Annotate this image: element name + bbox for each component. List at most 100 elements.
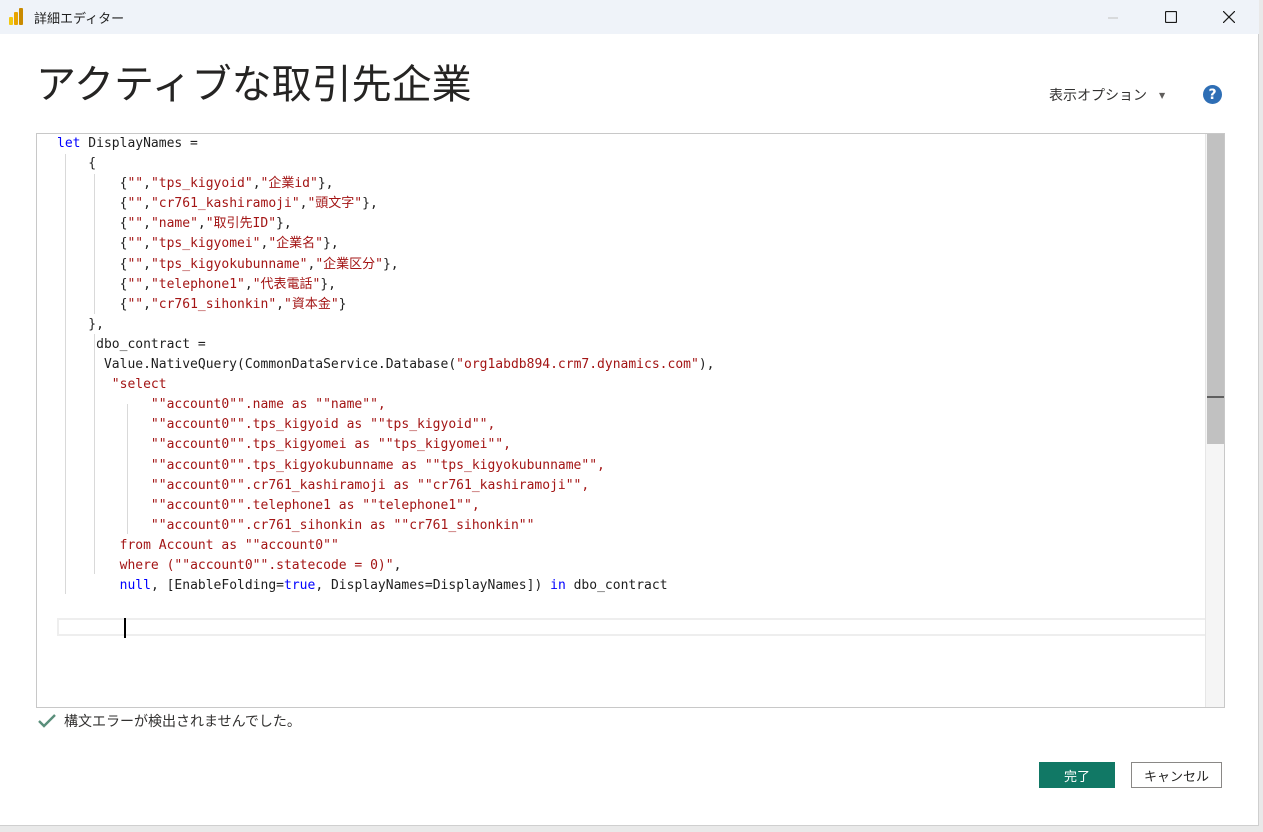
code-string: "select: [111, 377, 167, 393]
code-text: },: [362, 196, 378, 212]
code-text: },: [276, 216, 292, 232]
code-line[interactable]: "select: [57, 375, 1205, 395]
code-editor[interactable]: let DisplayNames = { {"","tps_kigyoid","…: [36, 133, 1225, 708]
code-string: "資本金": [284, 296, 339, 312]
code-string: "": [127, 176, 144, 192]
code-text: ,: [393, 557, 402, 573]
close-icon: [1222, 8, 1236, 27]
cancel-button[interactable]: キャンセル: [1131, 762, 1222, 788]
code-keyword: null: [119, 578, 151, 594]
maximize-icon: [1164, 8, 1178, 27]
power-bi-icon: [9, 8, 23, 25]
code-line[interactable]: ""account0"".telephone1 as ""telephone1"…: [57, 496, 1205, 516]
code-line[interactable]: null, [EnableFolding=true, DisplayNames=…: [57, 576, 1205, 596]
code-string: "tps_kigyokubunname": [150, 256, 308, 272]
code-string: "代表電話": [252, 276, 321, 292]
code-string: ""account0"".cr761_sihonkin as ""cr761_s…: [150, 517, 535, 533]
code-line[interactable]: {"","tps_kigyomei","企業名"},: [57, 234, 1205, 254]
code-line[interactable]: {"","tps_kigyokubunname","企業区分"},: [57, 255, 1205, 275]
syntax-status: 構文エラーが検出されませんでした。: [38, 711, 301, 731]
code-text: ),: [698, 357, 715, 373]
close-button[interactable]: [1206, 0, 1252, 34]
checkmark-icon: [38, 714, 56, 728]
code-text: },: [320, 276, 336, 292]
help-icon[interactable]: ?: [1203, 85, 1222, 104]
code-text: ,: [143, 216, 151, 232]
code-text: {: [57, 196, 128, 212]
code-string: "tps_kigyoid": [150, 176, 253, 192]
code-string: "企業名": [268, 236, 323, 252]
code-line[interactable]: {"","telephone1","代表電話"},: [57, 275, 1205, 295]
code-string: "企業区分": [315, 256, 383, 272]
code-line[interactable]: {"","name","取引先ID"},: [57, 214, 1205, 234]
code-string: ""account0"".telephone1 as ""telephone1"…: [150, 497, 480, 513]
code-text: ,: [197, 216, 206, 232]
view-options-dropdown[interactable]: 表示オプション ▼: [1049, 85, 1165, 105]
code-text: {: [57, 296, 128, 312]
code-text: ,: [244, 276, 253, 292]
code-string: "": [127, 216, 144, 232]
code-text: },: [57, 316, 104, 332]
code-text: ,: [143, 256, 151, 272]
current-line-highlight: [57, 618, 1223, 636]
title-bar: 詳細エディター: [0, 0, 1259, 34]
code-line[interactable]: ""account0"".cr761_kashiramoji as ""cr76…: [57, 476, 1205, 496]
text-cursor: [124, 618, 126, 638]
code-line[interactable]: ""account0"".tps_kigyomei as ""tps_kigyo…: [57, 435, 1205, 455]
code-line[interactable]: {"","tps_kigyoid","企業id"},: [57, 174, 1205, 194]
done-button[interactable]: 完了: [1039, 762, 1115, 788]
code-text: ,: [252, 176, 261, 192]
maximize-button[interactable]: [1148, 0, 1194, 34]
code-keyword: in: [550, 578, 566, 594]
code-string: ""account0"".tps_kigyomei as ""tps_kigyo…: [150, 437, 511, 453]
code-line[interactable]: ""account0"".tps_kigyokubunname as ""tps…: [57, 456, 1205, 476]
code-line[interactable]: Value.NativeQuery(CommonDataService.Data…: [57, 355, 1205, 375]
code-string: "telephone1": [150, 276, 245, 292]
code-text: , DisplayNames=DisplayNames]): [315, 578, 551, 594]
code-line[interactable]: ""account0"".cr761_sihonkin as ""cr761_s…: [57, 516, 1205, 536]
syntax-status-message: 構文エラーが検出されませんでした。: [64, 714, 301, 730]
code-line[interactable]: },: [57, 315, 1205, 335]
code-text: dbo_contract: [565, 578, 668, 594]
code-line[interactable]: {: [57, 154, 1205, 174]
code-line[interactable]: from Account as ""account0"": [57, 536, 1205, 556]
code-string: from Account as ""account0"": [119, 537, 339, 553]
code-string: "取引先ID": [205, 216, 277, 232]
code-text: ,: [143, 176, 151, 192]
scrollbar-cursor-marker: [1207, 396, 1224, 398]
code-string: "": [127, 236, 144, 252]
code-string: "name": [150, 216, 198, 232]
code-text: ,: [143, 236, 151, 252]
code-text: ,: [143, 276, 151, 292]
code-text: , [EnableFolding=: [150, 578, 284, 594]
code-text: {: [57, 156, 97, 172]
code-line[interactable]: dbo_contract =: [57, 335, 1205, 355]
code-string: "": [127, 196, 144, 212]
advanced-editor-window: 詳細エディター アクティブな取引先企業 表示オプション ▼ ? let Disp…: [0, 0, 1259, 826]
code-line[interactable]: where (""account0"".statecode = 0)",: [57, 556, 1205, 576]
code-text: {: [57, 276, 128, 292]
query-name-heading: アクティブな取引先企業: [36, 62, 472, 108]
code-line[interactable]: let DisplayNames =: [57, 134, 1205, 154]
code-line[interactable]: [57, 596, 1205, 616]
code-string: where (""account0"".statecode = 0)": [119, 557, 394, 573]
minimize-button[interactable]: [1090, 0, 1136, 34]
code-text: ,: [143, 196, 151, 212]
code-string: "org1abdb894.crm7.dynamics.com": [456, 357, 699, 373]
code-line[interactable]: {"","cr761_kashiramoji","頭文字"},: [57, 194, 1205, 214]
code-line[interactable]: ""account0"".tps_kigyoid as ""tps_kigyoi…: [57, 415, 1205, 435]
window-title: 詳細エディター: [34, 12, 125, 27]
query-code[interactable]: let DisplayNames = { {"","tps_kigyoid","…: [57, 134, 1205, 636]
code-text: },: [317, 176, 334, 192]
code-line[interactable]: ""account0"".name as ""name"",: [57, 395, 1205, 415]
vertical-scrollbar[interactable]: [1205, 134, 1224, 707]
code-string: ""account0"".tps_kigyoid as ""tps_kigyoi…: [150, 417, 496, 433]
code-line[interactable]: {"","cr761_sihonkin","資本金"}: [57, 295, 1205, 315]
